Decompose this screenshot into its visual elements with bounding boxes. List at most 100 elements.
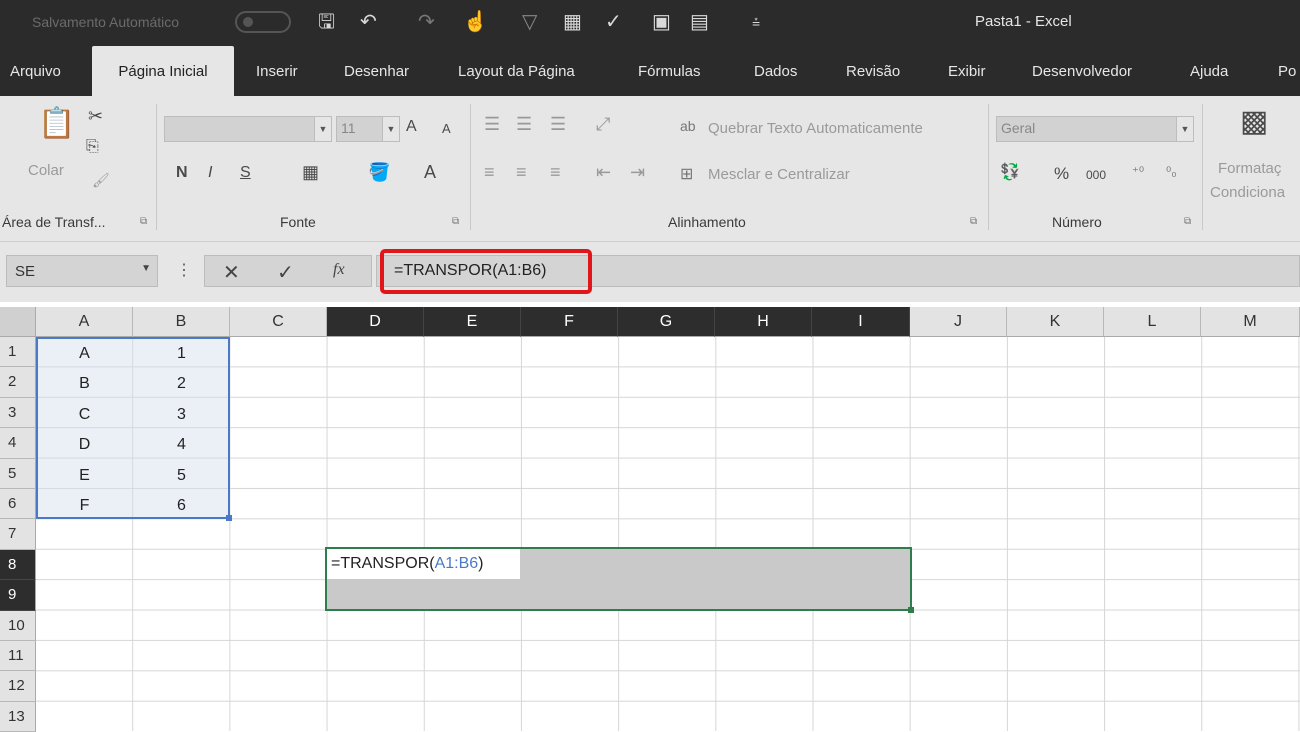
form-icon[interactable]: ▦ [563,10,582,34]
merge-center-button[interactable]: Mesclar e Centralizar [708,166,850,183]
font-name-combo[interactable]: ▼ [164,116,332,142]
cell-a5[interactable]: E [36,460,133,490]
tab-pagina-inicial[interactable]: Página Inicial [92,46,234,96]
row-header[interactable]: 5 [0,458,36,489]
cell-b4[interactable]: 4 [133,429,230,459]
align-left-icon[interactable]: ≡ [484,162,495,183]
font-launcher-icon[interactable]: ⧉ [452,216,459,227]
paste-icon[interactable]: 📋 [38,106,75,141]
clipboard-launcher-icon[interactable]: ⧉ [140,216,147,227]
select-all-corner[interactable] [0,307,36,337]
column-header[interactable]: L [1104,307,1201,337]
percent-button[interactable]: % [1054,164,1069,184]
save-icon[interactable]: 🖫 [318,10,335,34]
bold-button[interactable]: N [176,164,188,182]
autosave-toggle[interactable] [235,11,291,33]
align-bottom-icon[interactable]: ☰ [550,114,566,135]
row-header[interactable]: 13 [0,701,36,732]
row-header[interactable]: 7 [0,519,36,550]
cell-a1[interactable]: A [36,338,133,368]
number-format-combo[interactable]: Geral ▼ [996,116,1194,142]
tab-dados[interactable]: Dados [744,46,807,96]
row-header[interactable]: 4 [0,428,36,459]
tab-ajuda[interactable]: Ajuda [1180,46,1238,96]
increase-decimal-icon[interactable]: ⁺⁰ [1132,164,1144,180]
paste-label[interactable]: Colar [28,162,64,179]
column-header[interactable]: G [618,307,715,337]
row-header[interactable]: 2 [0,367,36,398]
insert-function-icon[interactable]: fx [333,261,345,279]
tab-revisao[interactable]: Revisão [836,46,910,96]
conditional-formatting-label-1[interactable]: Formataç [1218,160,1281,177]
row-header[interactable]: 3 [0,397,36,429]
orientation-icon[interactable]: ⤢ [596,114,610,135]
column-header[interactable]: A [36,307,133,337]
wrap-text-icon[interactable]: ab [680,118,696,134]
tab-inserir[interactable]: Inserir [246,46,308,96]
cell-b1[interactable]: 1 [133,338,230,368]
underline-button[interactable]: S [240,164,251,182]
align-center-icon[interactable]: ≡ [516,162,527,183]
tab-desenhar[interactable]: Desenhar [334,46,419,96]
enter-icon[interactable]: ✓ [277,260,294,285]
row-header[interactable]: 10 [0,610,36,641]
conditional-formatting-label-2[interactable]: Condiciona [1210,184,1285,201]
conditional-formatting-icon[interactable]: ▩ [1240,104,1268,139]
column-header[interactable]: M [1201,307,1300,337]
format-painter-icon[interactable]: 🖌 [92,172,110,189]
column-header[interactable]: J [910,307,1007,337]
tab-layout-da-pagina[interactable]: Layout da Página [448,46,585,96]
undo-icon[interactable]: ↶ [360,10,377,34]
customize-qat-icon[interactable]: ⩮ [752,10,760,34]
italic-button[interactable]: I [208,164,212,182]
spelling-icon[interactable]: ✓ [605,10,622,34]
cancel-icon[interactable]: ✕ [223,260,240,285]
cell-a3[interactable]: C [36,399,133,429]
tab-formulas[interactable]: Fórmulas [628,46,711,96]
copy-icon[interactable]: ⎘ [86,138,99,156]
in-cell-formula[interactable]: =TRANSPOR(A1:B6) [331,555,484,573]
align-right-icon[interactable]: ≡ [550,162,561,183]
cell-b5[interactable]: 5 [133,460,230,490]
redo-icon[interactable]: ↷ [418,10,435,34]
column-header[interactable]: K [1007,307,1104,337]
cell-a2[interactable]: B [36,368,133,398]
borders-icon[interactable]: ▦ [302,162,319,183]
cell-b2[interactable]: 2 [133,368,230,398]
merge-center-icon[interactable]: ⊞ [680,164,693,184]
row-header[interactable]: 12 [0,671,36,702]
column-header[interactable]: I [812,307,910,337]
row-header[interactable]: 9 [0,580,36,611]
cut-icon[interactable]: ✂ [88,106,103,127]
grow-font-button[interactable]: A [406,118,417,136]
decrease-indent-icon[interactable]: ⇤ [596,162,611,183]
touch-mode-icon[interactable]: ☝ [463,10,488,34]
wrap-text-button[interactable]: Quebrar Texto Automaticamente [708,120,923,137]
tab-desenvolvedor[interactable]: Desenvolvedor [1022,46,1142,96]
increase-indent-icon[interactable]: ⇥ [630,162,645,183]
name-box[interactable]: SE ▼ [6,255,158,287]
font-size-combo[interactable]: 11 ▼ [336,116,400,142]
currency-icon[interactable]: 💱 [1000,162,1020,182]
row-header[interactable]: 11 [0,641,36,672]
macro-icon[interactable]: ▤ [690,10,709,34]
tab-exibir[interactable]: Exibir [938,46,996,96]
tab-arquivo[interactable]: Arquivo [0,46,71,96]
row-header[interactable]: 6 [0,489,36,520]
column-header[interactable]: B [133,307,230,337]
more-options-icon[interactable]: ⋮ [176,260,192,280]
screenshot-icon[interactable]: ▣ [652,10,671,34]
column-header[interactable]: F [521,307,618,337]
alignment-launcher-icon[interactable]: ⧉ [970,216,977,227]
cell-a4[interactable]: D [36,429,133,459]
align-top-icon[interactable]: ☰ [484,114,500,135]
tab-overflow[interactable]: Po [1268,46,1300,96]
cell-b3[interactable]: 3 [133,399,230,429]
cell-a6[interactable]: F [36,490,133,520]
align-middle-icon[interactable]: ☰ [516,114,532,135]
filter-icon[interactable]: ▽ [522,10,537,34]
row-header[interactable]: 8 [0,549,36,581]
column-header[interactable]: E [424,307,521,337]
column-header[interactable]: H [715,307,812,337]
font-color-button[interactable]: A [424,162,436,183]
